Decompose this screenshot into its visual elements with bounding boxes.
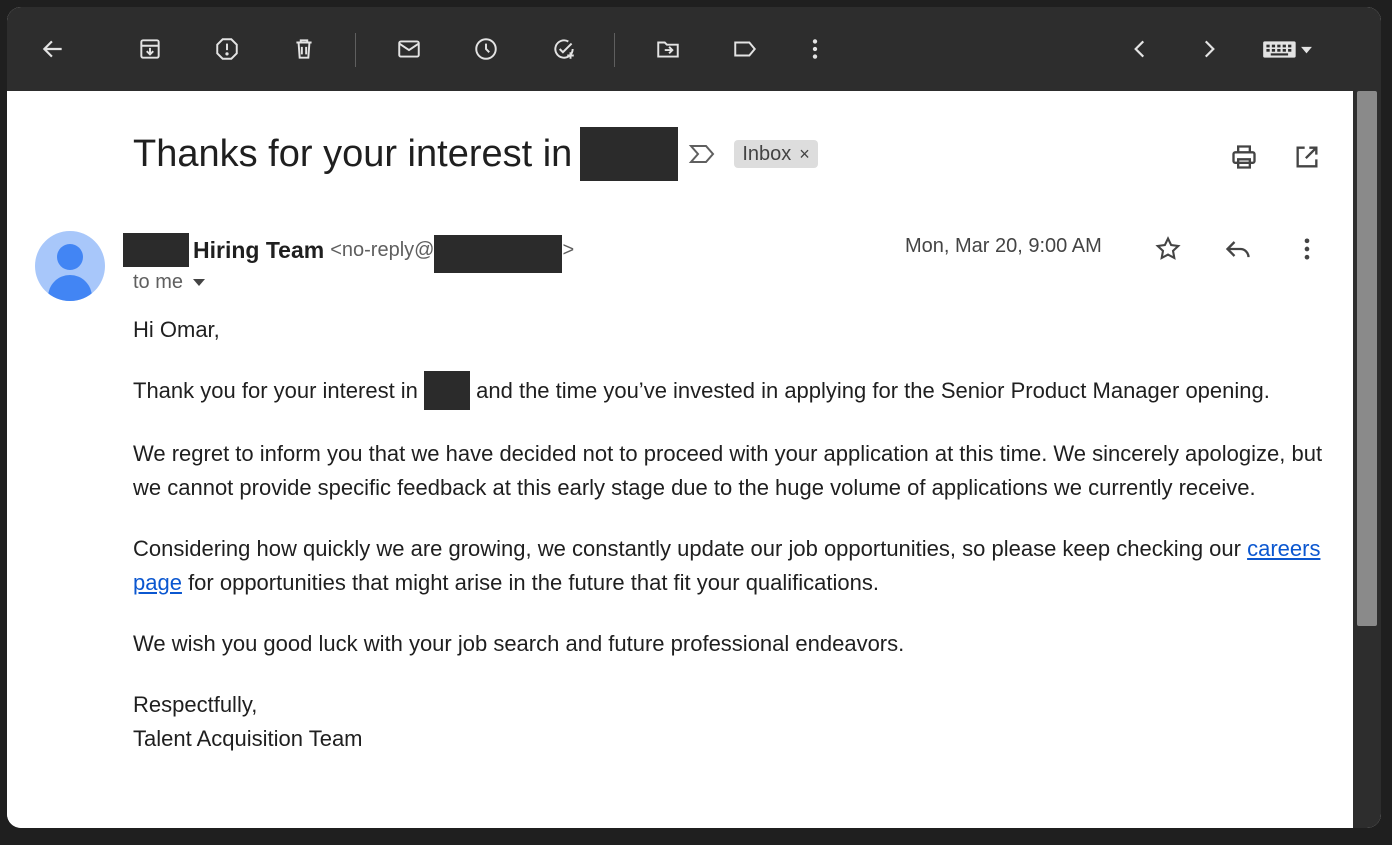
recipient-details-toggle[interactable]: to me (133, 271, 206, 294)
scrollbar[interactable] (1353, 91, 1381, 828)
delete-icon[interactable] (284, 29, 324, 69)
body-text: Thank you for your interest in (133, 378, 425, 403)
more-vert-icon[interactable] (1287, 229, 1327, 269)
sender-email-suffix: > (562, 238, 575, 261)
toolbar-divider (614, 33, 615, 67)
report-spam-icon[interactable] (207, 29, 247, 69)
body-text: Considering how quickly we are growing, … (133, 535, 1248, 561)
message-view: Thanks for your interest in Inbox × Hiri… (7, 91, 1353, 828)
chevron-left-icon[interactable] (1120, 29, 1160, 69)
signature: Talent Acquisition Team (133, 725, 363, 751)
toolbar-divider (355, 33, 356, 67)
email-window: Thanks for your interest in Inbox × Hiri… (7, 7, 1381, 828)
recipient-label: to me (133, 271, 184, 293)
sender-line: Hiring Team <no-reply@ > (123, 227, 574, 273)
avatar-head (57, 244, 83, 270)
avatar-body (48, 275, 92, 301)
important-marker-icon[interactable] (688, 139, 718, 169)
redacted-text (434, 235, 563, 273)
body-paragraph: Considering how quickly we are growing, … (133, 532, 1333, 600)
redacted-text (424, 370, 471, 410)
remove-label-button[interactable]: × (799, 144, 810, 165)
sender-email-prefix: <no-reply@ (330, 238, 435, 261)
print-icon[interactable] (1224, 137, 1264, 177)
chevron-right-icon[interactable] (1189, 29, 1229, 69)
redacted-text (580, 127, 679, 181)
sender-email: <no-reply@ > (330, 227, 574, 273)
labels-icon[interactable] (725, 29, 765, 69)
subject-line: Thanks for your interest in Inbox × (133, 127, 818, 181)
label-chip-text: Inbox (742, 142, 792, 165)
body-paragraph: Thank you for your interest in and the t… (133, 370, 1333, 410)
greeting: Hi Omar, (133, 317, 220, 342)
message-date: Mon, Mar 20, 9:00 AM (905, 235, 1102, 257)
page-title: Thanks for your interest in (133, 132, 573, 175)
add-to-tasks-icon[interactable] (544, 29, 584, 69)
snooze-icon[interactable] (466, 29, 506, 69)
sender-name[interactable]: Hiring Team (193, 237, 324, 264)
move-to-icon[interactable] (648, 29, 688, 69)
body-paragraph: We regret to inform you that we have dec… (133, 440, 1323, 500)
keyboard-icon[interactable] (1255, 29, 1319, 69)
chevron-down-icon (193, 279, 206, 286)
body-text: for opportunities that might arise in th… (181, 569, 879, 595)
body-text: and the time you’ve invested in applying… (470, 378, 1270, 403)
avatar[interactable] (35, 231, 105, 301)
back-arrow-icon[interactable] (33, 29, 73, 69)
reply-icon[interactable] (1218, 229, 1258, 269)
open-new-window-icon[interactable] (1287, 137, 1327, 177)
mark-unread-icon[interactable] (389, 29, 429, 69)
redacted-text (123, 233, 189, 267)
archive-icon[interactable] (130, 29, 170, 69)
star-icon[interactable] (1148, 229, 1188, 269)
label-chip-inbox: Inbox × (734, 140, 818, 168)
scrollbar-thumb[interactable] (1357, 91, 1377, 626)
body-paragraph: We wish you good luck with your job sear… (133, 630, 905, 656)
toolbar (7, 7, 1381, 91)
more-vert-icon[interactable] (795, 29, 835, 69)
message-body: Hi Omar, Thank you for your interest in … (133, 313, 1333, 756)
closing: Respectfully, (133, 691, 258, 717)
